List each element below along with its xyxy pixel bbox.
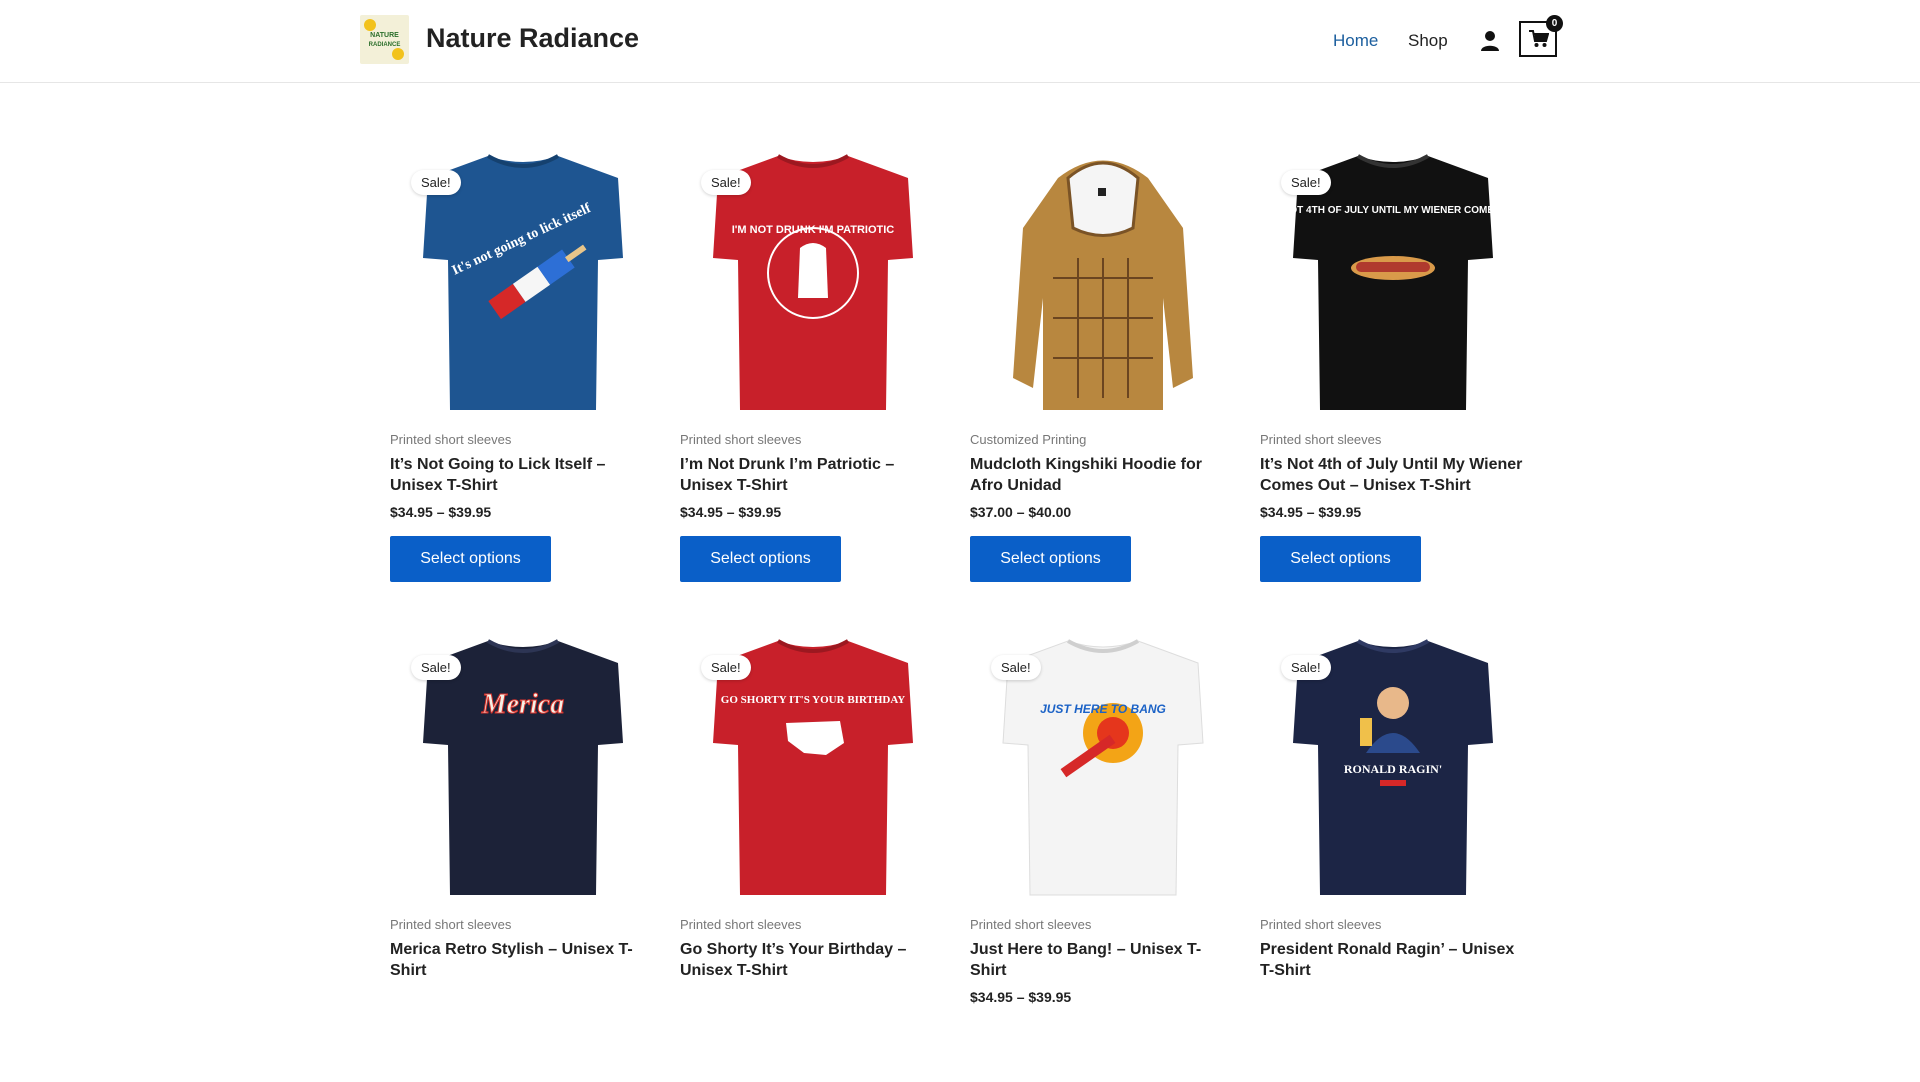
shirt-graphic-text: Merica bbox=[481, 689, 564, 720]
product-title[interactable]: Just Here to Bang! – Unisex T-Shirt bbox=[970, 939, 1236, 981]
shirt-graphic-text: IT'S NOT 4TH OF JULY UNTIL MY WIENER COM… bbox=[1288, 205, 1498, 216]
product-price: $34.95 – $39.95 bbox=[680, 504, 782, 520]
logo-text-line2: RADIANCE bbox=[369, 42, 401, 48]
product-category[interactable]: Printed short sleeves bbox=[390, 432, 656, 447]
cart-count-badge: 0 bbox=[1546, 15, 1563, 32]
shirt-graphic-text: GO SHORTY IT'S YOUR BIRTHDAY bbox=[721, 694, 905, 706]
product-category[interactable]: Printed short sleeves bbox=[1260, 917, 1526, 932]
nav-shop-link[interactable]: Shop bbox=[1408, 31, 1448, 51]
product-title[interactable]: I’m Not Drunk I’m Patriotic – Unisex T-S… bbox=[680, 454, 946, 496]
product-image[interactable]: RONALD RAGIN' Sale! bbox=[1260, 627, 1526, 909]
sale-badge: Sale! bbox=[701, 170, 751, 195]
product-card: JUST HERE TO BANG Sale! Printed short sl… bbox=[970, 627, 1236, 1082]
select-options-button[interactable]: Select options bbox=[680, 536, 841, 582]
product-image[interactable]: IT'S NOT 4TH OF JULY UNTIL MY WIENER COM… bbox=[1260, 142, 1526, 424]
select-options-button[interactable]: Select options bbox=[970, 536, 1131, 582]
nav-home-link[interactable]: Home bbox=[1333, 31, 1378, 51]
account-icon[interactable] bbox=[1480, 30, 1500, 52]
product-title[interactable]: Mudcloth Kingshiki Hoodie for Afro Unida… bbox=[970, 454, 1236, 496]
logo-text-line1: NATURE bbox=[370, 32, 399, 39]
product-image[interactable] bbox=[970, 142, 1236, 424]
cart-icon bbox=[1529, 30, 1549, 47]
site-title[interactable]: Nature Radiance bbox=[426, 23, 639, 54]
product-category[interactable]: Printed short sleeves bbox=[680, 917, 946, 932]
sale-badge: Sale! bbox=[1281, 170, 1331, 195]
product-card: I'M NOT DRUNK I'M PATRIOTIC Sale! Printe… bbox=[680, 142, 946, 597]
product-card: It's not going to lick itself Sale! Prin… bbox=[390, 142, 656, 597]
product-price: $37.00 – $40.00 bbox=[970, 504, 1072, 520]
cart-button[interactable]: 0 bbox=[1519, 15, 1563, 57]
site-logo[interactable]: NATURE RADIANCE bbox=[360, 15, 409, 64]
product-category[interactable]: Printed short sleeves bbox=[680, 432, 946, 447]
product-title[interactable]: Merica Retro Stylish – Unisex T-Shirt bbox=[390, 939, 656, 981]
sale-badge: Sale! bbox=[411, 655, 461, 680]
shirt-graphic-text: I'M NOT DRUNK I'M PATRIOTIC bbox=[732, 224, 895, 236]
sale-badge: Sale! bbox=[701, 655, 751, 680]
product-image[interactable]: JUST HERE TO BANG Sale! bbox=[970, 627, 1236, 909]
product-grid: It's not going to lick itself Sale! Prin… bbox=[390, 142, 1530, 1082]
select-options-button[interactable]: Select options bbox=[1260, 536, 1421, 582]
shirt-graphic-text: JUST HERE TO BANG bbox=[1040, 702, 1166, 716]
product-title[interactable]: President Ronald Ragin’ – Unisex T-Shirt bbox=[1260, 939, 1526, 981]
product-title[interactable]: Go Shorty It’s Your Birthday – Unisex T-… bbox=[680, 939, 946, 981]
product-title[interactable]: It’s Not 4th of July Until My Wiener Com… bbox=[1260, 454, 1526, 496]
product-image[interactable]: I'M NOT DRUNK I'M PATRIOTIC Sale! bbox=[680, 142, 946, 424]
product-category[interactable]: Printed short sleeves bbox=[390, 917, 656, 932]
product-card: Customized Printing Mudcloth Kingshiki H… bbox=[970, 142, 1236, 597]
sale-badge: Sale! bbox=[1281, 655, 1331, 680]
product-card: RONALD RAGIN' Sale! Printed short sleeve… bbox=[1260, 627, 1526, 1082]
product-card: Merica Sale! Printed short sleeves Meric… bbox=[390, 627, 656, 1082]
product-price: $34.95 – $39.95 bbox=[970, 989, 1072, 1005]
site-header: NATURE RADIANCE Nature Radiance Home Sho… bbox=[0, 0, 1920, 83]
sale-badge: Sale! bbox=[991, 655, 1041, 680]
product-price: $34.95 – $39.95 bbox=[390, 504, 492, 520]
product-price: $34.95 – $39.95 bbox=[1260, 504, 1362, 520]
product-image[interactable]: Merica Sale! bbox=[390, 627, 656, 909]
product-category[interactable]: Customized Printing bbox=[970, 432, 1236, 447]
shirt-graphic-text: RONALD RAGIN' bbox=[1344, 762, 1442, 776]
product-card: GO SHORTY IT'S YOUR BIRTHDAY Sale! Print… bbox=[680, 627, 946, 1082]
product-category[interactable]: Printed short sleeves bbox=[1260, 432, 1526, 447]
product-image[interactable]: It's not going to lick itself Sale! bbox=[390, 142, 656, 424]
product-title[interactable]: It’s Not Going to Lick Itself – Unisex T… bbox=[390, 454, 656, 496]
product-image[interactable]: GO SHORTY IT'S YOUR BIRTHDAY Sale! bbox=[680, 627, 946, 909]
select-options-button[interactable]: Select options bbox=[390, 536, 551, 582]
product-category[interactable]: Printed short sleeves bbox=[970, 917, 1236, 932]
product-card: IT'S NOT 4TH OF JULY UNTIL MY WIENER COM… bbox=[1260, 142, 1526, 597]
sale-badge: Sale! bbox=[411, 170, 461, 195]
